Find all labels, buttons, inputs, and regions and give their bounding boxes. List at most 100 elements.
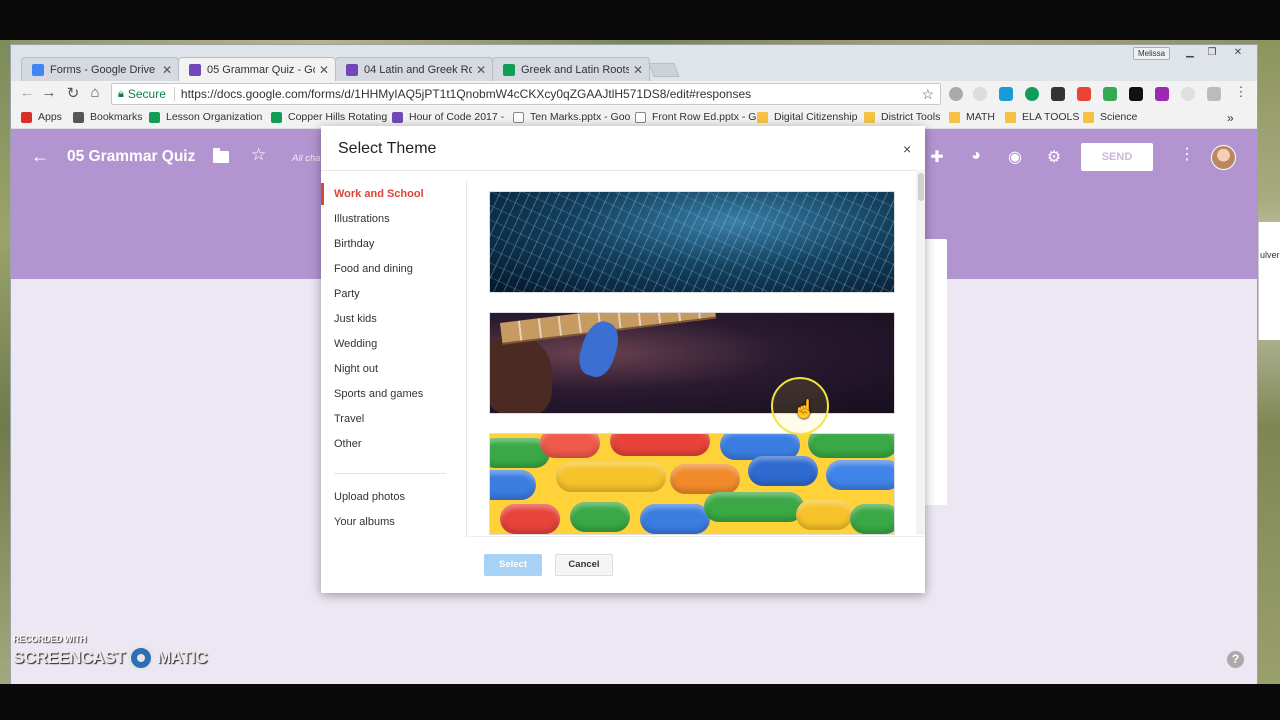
background-window[interactable]: ulver	[1258, 222, 1280, 340]
bookmark-math[interactable]: MATH	[949, 111, 995, 123]
category-food-and-dining[interactable]: Food and dining	[334, 263, 413, 275]
upload-photos-link[interactable]: Upload photos	[334, 491, 405, 503]
tab-title: 04 Latin and Greek Root	[364, 63, 472, 76]
category-party[interactable]: Party	[334, 288, 360, 300]
settings-gear-icon[interactable]: ⚙	[1044, 147, 1064, 167]
grammarly-extension-icon[interactable]	[1025, 87, 1039, 101]
category-other[interactable]: Other	[334, 438, 362, 450]
screencast-logo-icon	[128, 645, 155, 671]
category-birthday[interactable]: Birthday	[334, 238, 374, 250]
star-icon[interactable]: ☆	[251, 145, 266, 165]
extension-red-icon[interactable]	[1077, 87, 1091, 101]
cancel-button[interactable]: Cancel	[555, 554, 613, 576]
bookmark-digital-citizenship[interactable]: Digital Citizenship	[757, 111, 857, 123]
page-icon	[635, 111, 646, 123]
category-travel[interactable]: Travel	[334, 413, 364, 425]
extension-d-icon[interactable]	[1207, 87, 1221, 101]
tab-close-icon[interactable]: ✕	[633, 63, 643, 77]
palette-icon[interactable]: ◕	[966, 147, 986, 165]
category-wedding[interactable]: Wedding	[334, 338, 377, 350]
new-tab-button[interactable]	[648, 63, 680, 77]
back-icon[interactable]: ←	[17, 84, 37, 101]
reload-icon[interactable]: ↻	[63, 84, 83, 102]
tab-forms-google-drive[interactable]: Forms - Google Drive ✕	[21, 57, 179, 81]
extension-color-icon[interactable]	[1155, 87, 1169, 101]
bookmark-science[interactable]: Science	[1083, 111, 1137, 123]
preview-eye-icon[interactable]: ◉	[1005, 147, 1025, 167]
bookmark-apps[interactable]: Apps	[21, 111, 62, 123]
browser-titlebar: Forms - Google Drive ✕ 05 Grammar Quiz -…	[11, 45, 1257, 81]
browser-toolbar: ← → ↻ ⌂ 🔒︎ Secure https://docs.google.co…	[11, 81, 1257, 107]
extension-light-icon[interactable]	[1181, 87, 1195, 101]
category-sports-and-games[interactable]: Sports and games	[334, 388, 423, 400]
category-night-out[interactable]: Night out	[334, 363, 378, 375]
minimize-icon[interactable]: ▁	[1179, 47, 1201, 60]
hand-cursor-icon: ☝	[793, 399, 816, 419]
tab-latin-greek-roots[interactable]: 04 Latin and Greek Root ✕	[335, 57, 493, 81]
apps-grid-icon	[21, 111, 32, 123]
divider	[468, 536, 925, 537]
tab-grammar-quiz[interactable]: 05 Grammar Quiz - Goo ✕	[178, 57, 336, 81]
theme-thumbnail-guitar[interactable]	[489, 312, 895, 414]
gallery-scrollbar[interactable]	[916, 170, 925, 535]
bookmark-lesson-organization[interactable]: Lesson Organization	[149, 111, 262, 123]
extension-hat-icon[interactable]	[1129, 87, 1143, 101]
extension-c-icon[interactable]	[999, 87, 1013, 101]
google-sheets-icon	[503, 63, 515, 76]
bookmark-hour-of-code[interactable]: Hour of Code 2017 -	[392, 111, 504, 123]
maximize-icon[interactable]: ❐	[1201, 47, 1223, 60]
google-sheets-icon	[149, 111, 160, 123]
google-forms-icon	[392, 111, 403, 123]
close-icon[interactable]: ×	[903, 141, 911, 157]
tab-greek-latin-roots-sheet[interactable]: Greek and Latin Roots (R ✕	[492, 57, 650, 81]
extension-dark-icon[interactable]	[1051, 87, 1065, 101]
bookmark-ten-marks[interactable]: Ten Marks.pptx - Goo	[513, 111, 630, 123]
url-text[interactable]: https://docs.google.com/forms/d/1HHMyIAQ…	[181, 87, 922, 101]
tab-close-icon[interactable]: ✕	[476, 63, 486, 77]
bookmark-ela-tools[interactable]: ELA TOOLS	[1005, 111, 1079, 123]
dialog-title: Select Theme	[338, 140, 437, 157]
extension-icon[interactable]	[973, 87, 987, 101]
close-window-icon[interactable]: ✕	[1227, 47, 1249, 60]
bookmark-star-icon[interactable]: ☆	[921, 86, 934, 103]
bookmark-front-row[interactable]: Front Row Ed.pptx - G	[635, 111, 756, 123]
home-icon[interactable]: ⌂	[85, 84, 105, 101]
tab-close-icon[interactable]: ✕	[162, 63, 172, 77]
bookmark-bookmarks[interactable]: Bookmarks	[73, 111, 143, 123]
forward-icon[interactable]: →	[39, 84, 59, 101]
desktop-wallpaper-right	[1258, 40, 1280, 685]
select-button[interactable]: Select	[484, 554, 542, 576]
pinterest-extension-icon[interactable]	[949, 87, 963, 101]
bookmark-district-tools[interactable]: District Tools	[864, 111, 940, 123]
google-forms-icon	[189, 63, 201, 76]
chrome-menu-icon[interactable]: ⋮	[1231, 84, 1251, 100]
category-just-kids[interactable]: Just kids	[334, 313, 377, 325]
theme-thumbnail-candy[interactable]	[489, 433, 895, 535]
address-bar[interactable]: 🔒︎ Secure https://docs.google.com/forms/…	[111, 83, 941, 105]
back-arrow-icon[interactable]: ←	[31, 146, 49, 167]
category-work-and-school[interactable]: Work and School	[334, 188, 424, 200]
your-albums-link[interactable]: Your albums	[334, 516, 395, 528]
theme-thumbnail-fiber-optics[interactable]	[489, 191, 895, 293]
avatar[interactable]	[1211, 145, 1236, 170]
google-drive-icon	[32, 63, 44, 76]
selected-indicator	[321, 183, 324, 205]
profile-button[interactable]: Melissa	[1133, 47, 1171, 60]
category-illustrations[interactable]: Illustrations	[334, 213, 390, 225]
form-title[interactable]: 05 Grammar Quiz	[67, 148, 195, 166]
tab-close-icon[interactable]: ✕	[319, 63, 329, 77]
drive-extension-icon[interactable]	[1103, 87, 1117, 101]
bookmarks-overflow-icon[interactable]: »	[1227, 111, 1234, 125]
tab-title: Greek and Latin Roots (R	[521, 63, 629, 76]
folder-icon[interactable]	[213, 148, 229, 163]
send-button[interactable]: SEND	[1081, 143, 1153, 171]
letterbox-bar	[0, 684, 1280, 720]
bookmark-copper-hills[interactable]: Copper Hills Rotating	[271, 111, 387, 123]
addons-puzzle-icon[interactable]: ✚	[927, 147, 947, 167]
help-icon[interactable]: ?	[1227, 651, 1244, 668]
scrollbar-thumb[interactable]	[918, 173, 924, 201]
page-icon	[513, 111, 524, 123]
tab-title: 05 Grammar Quiz - Goo	[207, 63, 315, 76]
desktop-wallpaper-left	[0, 40, 10, 685]
more-options-icon[interactable]: ⋮	[1179, 144, 1195, 164]
